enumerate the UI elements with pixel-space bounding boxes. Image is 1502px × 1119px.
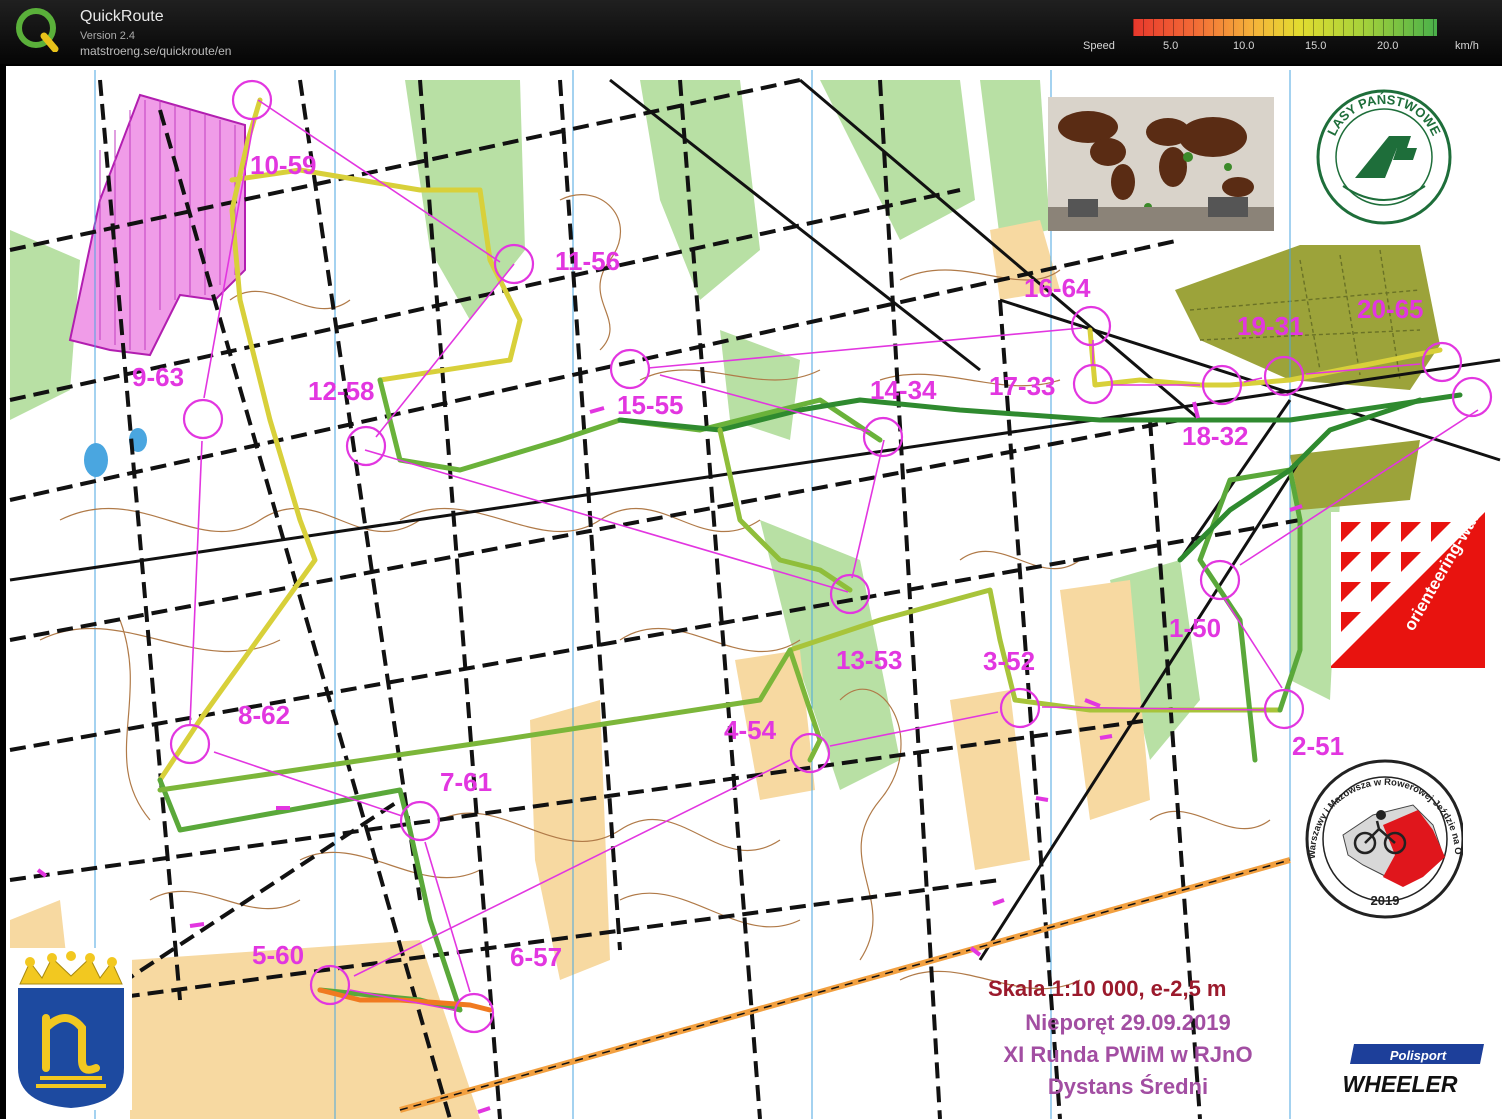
orienteering-map[interactable] <box>0 0 1502 1119</box>
control-label: 16-64 <box>1024 273 1091 303</box>
control-label: 13-53 <box>836 645 903 675</box>
vegetation-area <box>640 80 760 300</box>
polisport-text: Polisport <box>1390 1048 1447 1063</box>
vegetation-area <box>980 80 1050 240</box>
control-label: 12-58 <box>308 376 375 406</box>
control-label: 8-62 <box>238 700 291 730</box>
control-label: 20-65 <box>1357 294 1424 324</box>
open-land-area <box>130 940 480 1119</box>
control-label: 10-59 <box>250 150 317 180</box>
event-round: XI Runda PWiM w RJnO <box>1003 1042 1253 1067</box>
polisport-wheeler-logo: Polisport WHEELER <box>1343 1044 1484 1097</box>
coat-of-arms-icon <box>10 948 132 1110</box>
event-date-location: Nieporęt 29.09.2019 <box>1025 1010 1231 1035</box>
control-label: 19-31 <box>1237 311 1304 341</box>
control-circle <box>231 79 273 121</box>
control-label: 14-34 <box>870 375 937 405</box>
control-label: 1-50 <box>1169 613 1222 643</box>
control-circle <box>182 398 224 440</box>
coffee-world-map-image <box>1048 97 1274 231</box>
control-circle <box>453 992 495 1034</box>
wheeler-text: WHEELER <box>1343 1071 1458 1097</box>
control-label: 4-54 <box>724 715 777 745</box>
control-label: 7-61 <box>440 767 493 797</box>
control-label: 15-55 <box>617 390 684 420</box>
control-label: 3-52 <box>983 646 1036 676</box>
control-label: 6-57 <box>510 942 563 972</box>
control-label: 9-63 <box>132 362 185 392</box>
map-scale-text: Skala 1:10 000, e-2,5 m <box>988 976 1227 1001</box>
pond <box>84 443 108 477</box>
puchar-year: 2019 <box>1371 893 1400 908</box>
control-label: 17-33 <box>989 371 1056 401</box>
open-land-area <box>950 690 1030 870</box>
orienteering-waw-logo: orienteering-waw.pl <box>1331 512 1485 668</box>
puchar-warszawy-logo: Puchar Warszawy i Mazowsza w Rowerowej J… <box>1303 755 1463 919</box>
lasy-panstwowe-logo: LASY PAŃSTWOWE <box>1316 89 1452 225</box>
event-course: Dystans Średni <box>1047 1074 1209 1099</box>
control-label: 5-60 <box>252 940 305 970</box>
control-circle <box>609 348 651 390</box>
control-label: 18-32 <box>1182 421 1249 451</box>
control-label: 11-56 <box>555 246 621 276</box>
